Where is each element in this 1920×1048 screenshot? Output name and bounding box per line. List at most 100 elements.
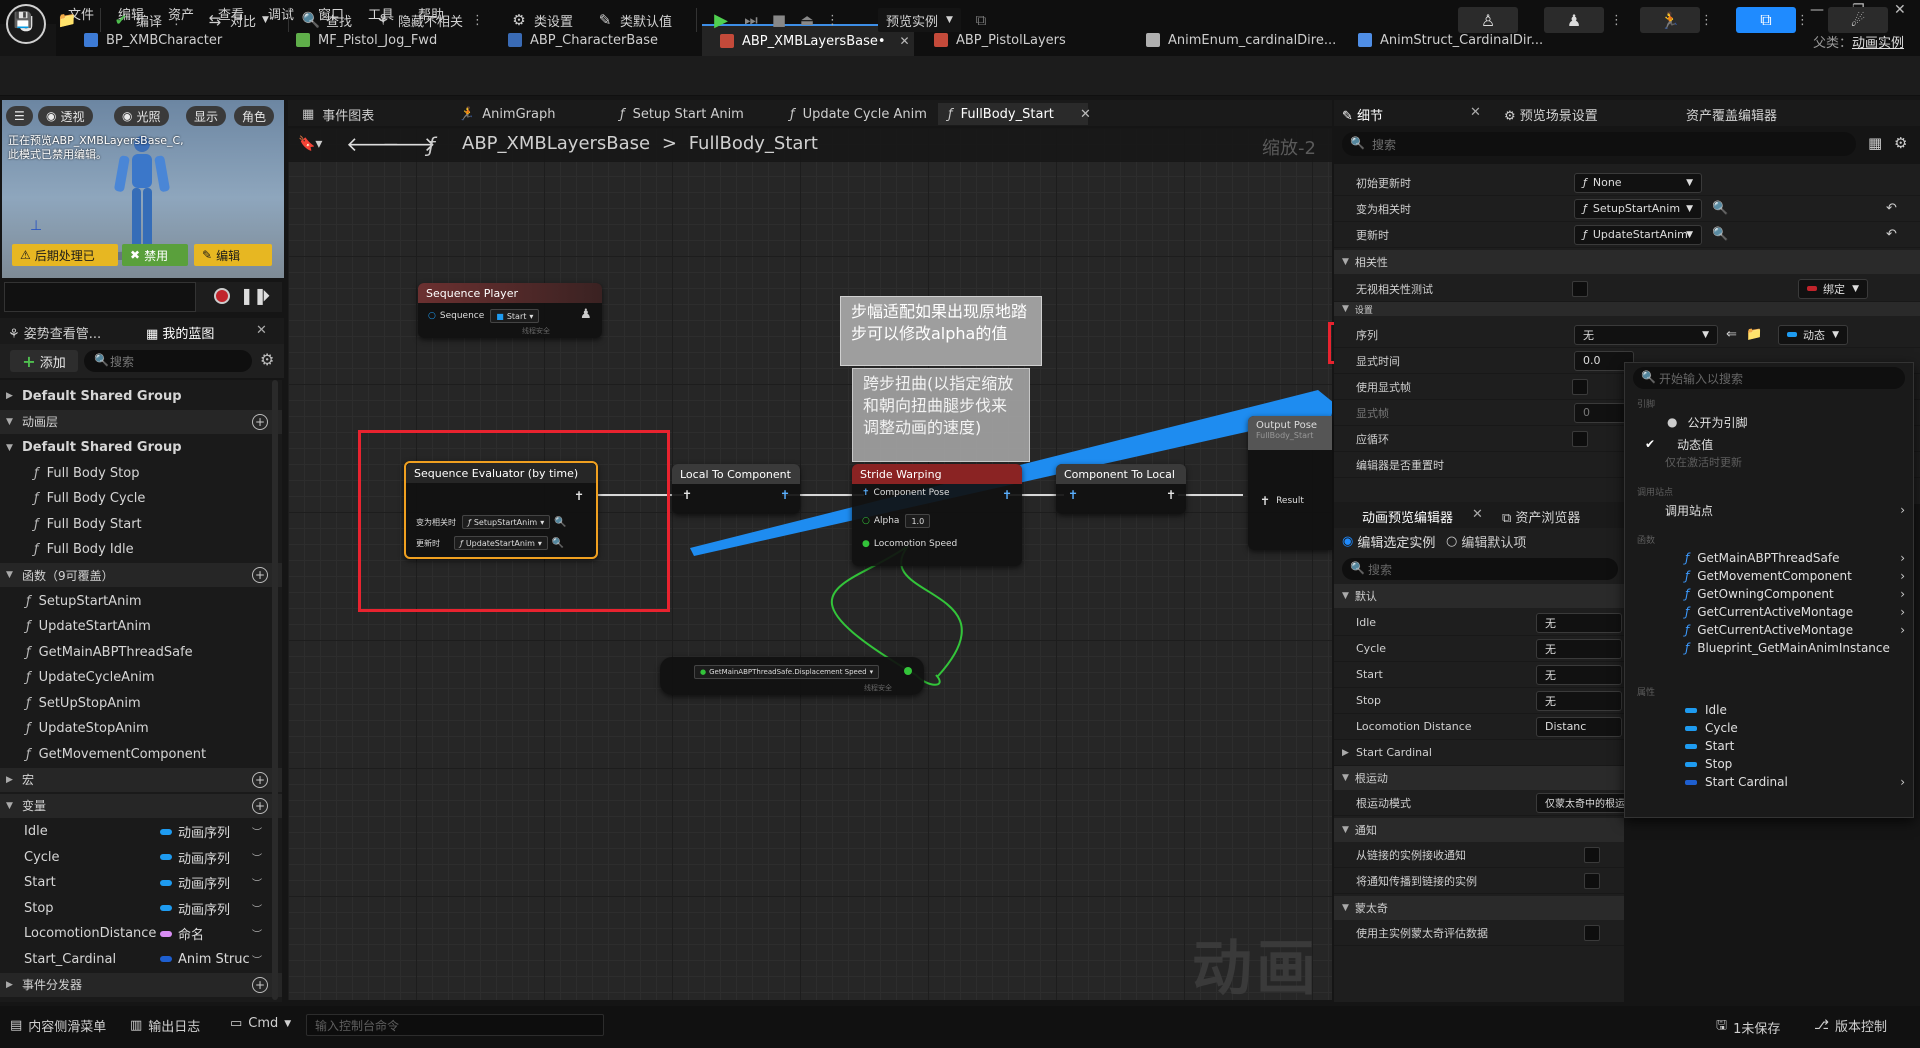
parent-class-link[interactable]: 动画实例 [1852,36,1904,51]
asset-tab-animenum[interactable]: AnimEnum_cardinalDire... [1128,24,1338,56]
mesh-mode-button[interactable]: ♟ [1544,7,1604,33]
character-button[interactable]: 角色 [234,106,275,126]
add-circle-icon[interactable]: + [252,567,268,583]
preview-search-input[interactable]: 搜索 [1342,558,1618,580]
gear-icon[interactable]: ⚙ [260,350,274,369]
gear-icon[interactable]: ⚙ [1894,134,1907,152]
debug-filter-button[interactable]: ⧉ [972,8,996,32]
step-forward-icon[interactable]: ⏵ [262,286,270,306]
montage-section[interactable]: ▼ 蒙太奇 [1334,896,1624,920]
result-pin[interactable]: ✝ Result [1260,494,1304,508]
more-options-icon[interactable]: ⋮ [471,13,484,28]
stride-warping-node[interactable]: Stride Warping ✝ Component Pose ✝ ○ Alpha 1… [852,464,1022,566]
relevancy-section[interactable]: ▼ 相关性 [1334,250,1920,274]
sequence-player-node[interactable]: Sequence Player ○ Sequence ■ Start ▾ 线程安全 ♟ [418,283,602,338]
tab-update-cycle-anim[interactable]: ƒ Update Cycle Anim [780,103,937,125]
pose-output-icon[interactable]: ✝ [780,488,790,502]
function-item[interactable]: ƒ GetMovementComponent [0,742,282,766]
content-drawer-button[interactable]: ▤ 内容侧滑菜单 [10,1016,106,1035]
output-pose-node[interactable]: Output Pose FullBody_Start ✝ Result [1248,416,1332,550]
function-item[interactable]: ƒ SetUpStopAnim [0,691,282,715]
blueprint-options[interactable]: ⋮ [1796,8,1809,32]
property-value-dropdown[interactable]: Distanc [1536,716,1622,737]
sequence-pin[interactable]: ○ Sequence ■ Start ▾ [428,309,540,323]
menu-debug[interactable]: 调试 [268,4,294,23]
tab-asset-browser[interactable]: ⧉ 资产浏览器 [1502,507,1580,526]
variable-item[interactable]: Stop 动画序列 ︶ [0,896,282,920]
sequence-dropdown[interactable]: ■ Start ▾ [490,309,540,323]
anim-layer-item[interactable]: ƒ Full Body Start [0,512,282,536]
tab-fullbody-start[interactable]: ƒ FullBody_Start [938,103,1088,125]
anim-options[interactable]: ⋮ [1700,8,1713,32]
become-relevant-dropdown[interactable]: ƒ SetupStartAnim ▼ [1574,198,1702,219]
category-header[interactable]: ▼ 动画层 + [0,409,282,434]
locomotion-speed-pin[interactable]: ● Locomotion Speed [862,539,957,549]
pose-output-icon[interactable]: ✝ [1002,488,1012,502]
comment-box-stride[interactable]: 跨步扭曲(以指定缩放和朝向扭曲腿步伐来调整动画的速度) [852,368,1030,462]
initial-update-dropdown[interactable]: ƒ None ▼ [1574,172,1702,193]
reset-icon[interactable]: ↶ [1886,201,1897,216]
disable-button[interactable]: ✖ 禁用 [122,244,188,266]
save-button[interactable]: 💾 [14,8,38,32]
tab-setup-start-anim[interactable]: ƒ Setup Start Anim [610,103,754,125]
pose-output-icon[interactable]: ♟ [580,307,592,322]
variable-item[interactable]: Start_Cardinal Anim Struc ︶ [0,947,282,971]
root-motion-section[interactable]: ▼ 根运动 [1334,766,1624,790]
skeleton-mode-button[interactable]: ♙ [1458,7,1518,33]
category-header[interactable]: ▶ 事件分发器 + [0,972,282,997]
only-update-on-activate-item[interactable]: 仅在激活时更新 [1625,451,1913,473]
anim-layer-item[interactable]: ƒ Full Body Idle [0,538,282,562]
close-window-icon[interactable]: ✕ [1894,2,1906,18]
start-cardinal-row[interactable]: ▶ Start Cardinal [1334,740,1624,766]
blueprint-mode-button[interactable]: ⧉ [1736,7,1796,33]
class-defaults-button[interactable]: ✎ 类默认值 [596,8,672,32]
browse-button[interactable]: 📁 [58,8,82,32]
comment-box-alpha[interactable]: 步幅适配如果出现原地踏步可以修改alpha的值 [840,296,1042,366]
find-button[interactable]: 🔍 查找 [302,8,352,32]
close-tab-icon[interactable]: ✕ [1470,105,1481,120]
add-circle-icon[interactable]: + [252,413,268,430]
property-value-dropdown[interactable]: 无 [1536,664,1622,685]
should-loop-checkbox[interactable] [1572,430,1588,447]
viewport-menu-button[interactable]: ☰ [6,106,33,126]
anim-layer-item[interactable]: ƒ Full Body Cycle [0,487,282,511]
property-value-dropdown[interactable]: 无 [1536,612,1622,633]
function-menu-item[interactable]: ƒ Blueprint_GetMainAnimInstance [1625,637,1913,659]
property-dropdown[interactable]: ● GetMainABPThreadSafe.Displacement Speed… [694,665,880,679]
eye-icon[interactable]: ︶ [252,850,262,865]
on-update-dropdown[interactable]: ƒ UpdateStartAnim ▼ [1574,224,1702,245]
default-section[interactable]: ▼ 默认 [1334,584,1624,608]
pose-output-icon[interactable]: ✝ [1166,488,1176,502]
record-icon[interactable] [214,288,230,304]
stop-button[interactable]: ■ [770,8,794,32]
eye-icon[interactable]: ︶ [252,875,262,890]
hide-unrelated-button[interactable]: ⚘ 隐藏不相关 ⋮ [374,8,484,32]
tab-asset-override[interactable]: 资产覆盖编辑器 [1686,105,1777,124]
minimize-icon[interactable]: — [1810,2,1824,18]
variable-item[interactable]: Cycle 动画序列 ︶ [0,845,282,869]
eye-icon[interactable]: ︶ [252,952,262,967]
output-log-button[interactable]: ▥ 输出日志 [130,1016,200,1035]
propagate-notify-checbox[interactable] [1584,872,1600,889]
add-button[interactable]: + 添加 [10,350,78,372]
notify-section[interactable]: ▼ 通知 [1334,818,1624,842]
use-main-montage-checkbox[interactable] [1584,924,1600,941]
perspective-button[interactable]: ◉ 透视 [38,106,93,126]
binding-mode-dropdown[interactable]: 动态 ▼ [1778,324,1848,345]
step-button[interactable]: ⏭ [742,8,766,32]
ignore-relevancy-checkbox[interactable] [1572,280,1588,297]
use-selected-icon[interactable]: ⇐ [1726,327,1737,342]
more-options-icon[interactable]: ⋮ [170,13,183,28]
close-tab-icon[interactable]: ✕ [256,323,267,338]
function-item[interactable]: ƒ SetupStartAnim [0,589,282,613]
property-value-dropdown[interactable]: 无 [1536,690,1622,711]
search-icon[interactable]: 🔍 [1712,201,1728,216]
timeline-scrubber[interactable] [4,282,196,312]
variable-item[interactable]: LocomotionDistance 命名 ︶ [0,922,282,946]
add-circle-icon[interactable]: + [252,976,268,993]
component-to-local-node[interactable]: Component To Local ✝ ✝ [1056,464,1186,514]
tab-preview-settings[interactable]: ⚙ 预览场景设置 [1504,105,1598,124]
output-pin-icon[interactable] [904,667,912,675]
play-options[interactable]: ⋮ [826,8,839,32]
eye-icon[interactable]: ︶ [252,824,262,839]
